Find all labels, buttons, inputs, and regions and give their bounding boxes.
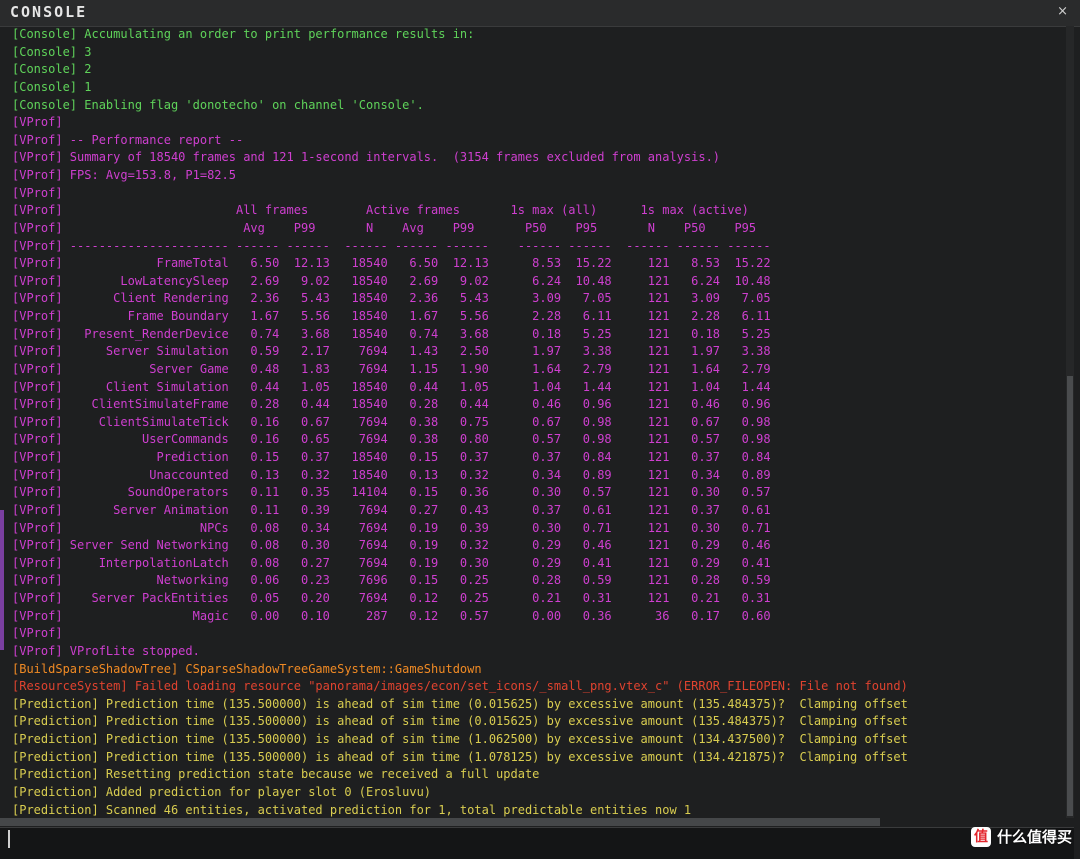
- log-line-vprof: [VProf] Frame Boundary 1.67 5.56 18540 1…: [12, 309, 771, 323]
- log-line-console: [Console] 1: [12, 79, 92, 94]
- log-line-vprof: [VProf] Client Rendering 2.36 5.43 18540…: [12, 291, 771, 306]
- command-input[interactable]: [0, 827, 1074, 859]
- log-line-vprof: [VProf] LowLatencySleep 2.69 9.02 18540 …: [12, 273, 771, 288]
- log-line-vprof: [VProf] Server Send Networking 0.08 0.30…: [12, 538, 771, 553]
- log-line-vprof: [VProf] Client Simulation 0.44 1.05 1854…: [12, 379, 771, 394]
- log-line-vprof: [VProf] Server PackEntities 0.05 0.20 76…: [12, 591, 771, 605]
- log-line-vprof: [VProf] InterpolationLatch 0.08 0.27 769…: [12, 555, 771, 570]
- log-line-vprof: [VProf] ---------------------- ------ --…: [12, 238, 771, 253]
- scrollbar-thumb[interactable]: [1067, 376, 1073, 816]
- log-line-vprof: [VProf]: [12, 185, 63, 200]
- log-line-vprof: [VProf] ClientSimulateFrame 0.28 0.44 18…: [12, 397, 771, 412]
- log-line-vprof: [VProf] Server Game 0.48 1.83 7694 1.15 …: [12, 361, 771, 376]
- input-caret: [8, 830, 10, 848]
- log-line-console: [Console] 2: [12, 62, 92, 77]
- log-line-console: [Console] 3: [12, 44, 92, 59]
- vertical-scrollbar[interactable]: [1066, 26, 1074, 818]
- log-line-vprof: [VProf] Summary of 18540 frames and 121 …: [12, 150, 721, 165]
- console-window: CONSOLE × [Console] Accumulating an orde…: [0, 0, 1080, 859]
- log-line-resource: [ResourceSystem] Failed loading resource…: [12, 679, 908, 694]
- log-line-vprof: [VProf] UserCommands 0.16 0.65 7694 0.38…: [12, 432, 771, 447]
- log-line-vprof: [VProf] -- Performance report --: [12, 132, 244, 147]
- log-line-vprof: [VProf] Server Animation 0.11 0.39 7694 …: [12, 502, 771, 517]
- log-line-vprof: [VProf] SoundOperators 0.11 0.35 14104 0…: [12, 485, 771, 500]
- log-line-vprof: [VProf] ClientSimulateTick 0.16 0.67 769…: [12, 414, 771, 429]
- log-line-prediction: [Prediction] Prediction time (135.500000…: [12, 696, 908, 711]
- log-line-vprof: [VProf] Unaccounted 0.13 0.32 18540 0.13…: [12, 467, 771, 482]
- log-line-vprof: [VProf] FPS: Avg=153.8, P1=82.5: [12, 168, 236, 182]
- log-line-vprof: [VProf] Avg P99 N Avg P99 P50 P95 N P50 …: [12, 220, 757, 235]
- log-line-vprof: [VProf] Prediction 0.15 0.37 18540 0.15 …: [12, 450, 771, 464]
- horizontal-scrollbar[interactable]: [0, 818, 880, 826]
- log-line-vprof: [VProf] Magic 0.00 0.10 287 0.12 0.57 0.…: [12, 608, 771, 623]
- watermark: 值 什么值得买: [970, 826, 1072, 847]
- log-line-vprof: [VProf] FrameTotal 6.50 12.13 18540 6.50…: [12, 256, 771, 271]
- log-line-vprof: [VProf] Networking 0.06 0.23 7696 0.15 0…: [12, 573, 771, 588]
- log-line-console: [Console] Accumulating an order to print…: [12, 27, 475, 41]
- log-line-vprof: [VProf] NPCs 0.08 0.34 7694 0.19 0.39 0.…: [12, 520, 771, 535]
- console-log[interactable]: [Console] Accumulating an order to print…: [12, 26, 1062, 818]
- log-line-vprof: [VProf] VProfLite stopped.: [12, 643, 200, 658]
- log-line-vprof: [VProf] All frames Active frames 1s max …: [12, 203, 749, 218]
- log-line-prediction: [Prediction] Prediction time (135.500000…: [12, 714, 908, 729]
- log-line-console: [Console] Enabling flag 'donotecho' on c…: [12, 97, 424, 112]
- log-line-prediction: [Prediction] Resetting prediction state …: [12, 767, 540, 782]
- log-line-vprof: [VProf]: [12, 115, 63, 130]
- title-bar[interactable]: CONSOLE ×: [0, 0, 1080, 27]
- log-line-prediction: [Prediction] Prediction time (135.500000…: [12, 749, 908, 764]
- log-line-build: [BuildSparseShadowTree] CSparseShadowTre…: [12, 661, 482, 676]
- log-line-vprof: [VProf] Server Simulation 0.59 2.17 7694…: [12, 344, 771, 359]
- log-line-vprof: [VProf]: [12, 626, 63, 641]
- log-line-prediction: [Prediction] Scanned 46 entities, activa…: [12, 802, 692, 817]
- log-line-vprof: [VProf] Present_RenderDevice 0.74 3.68 1…: [12, 326, 771, 341]
- left-edge-accent: [0, 510, 4, 650]
- close-icon[interactable]: ×: [1057, 4, 1068, 19]
- log-line-prediction: [Prediction] Prediction time (135.500000…: [12, 732, 908, 746]
- log-line-prediction: [Prediction] Added prediction for player…: [12, 784, 432, 799]
- console-title: CONSOLE: [10, 3, 88, 21]
- watermark-logo-icon: 值: [970, 826, 991, 847]
- watermark-text: 什么值得买: [996, 828, 1072, 846]
